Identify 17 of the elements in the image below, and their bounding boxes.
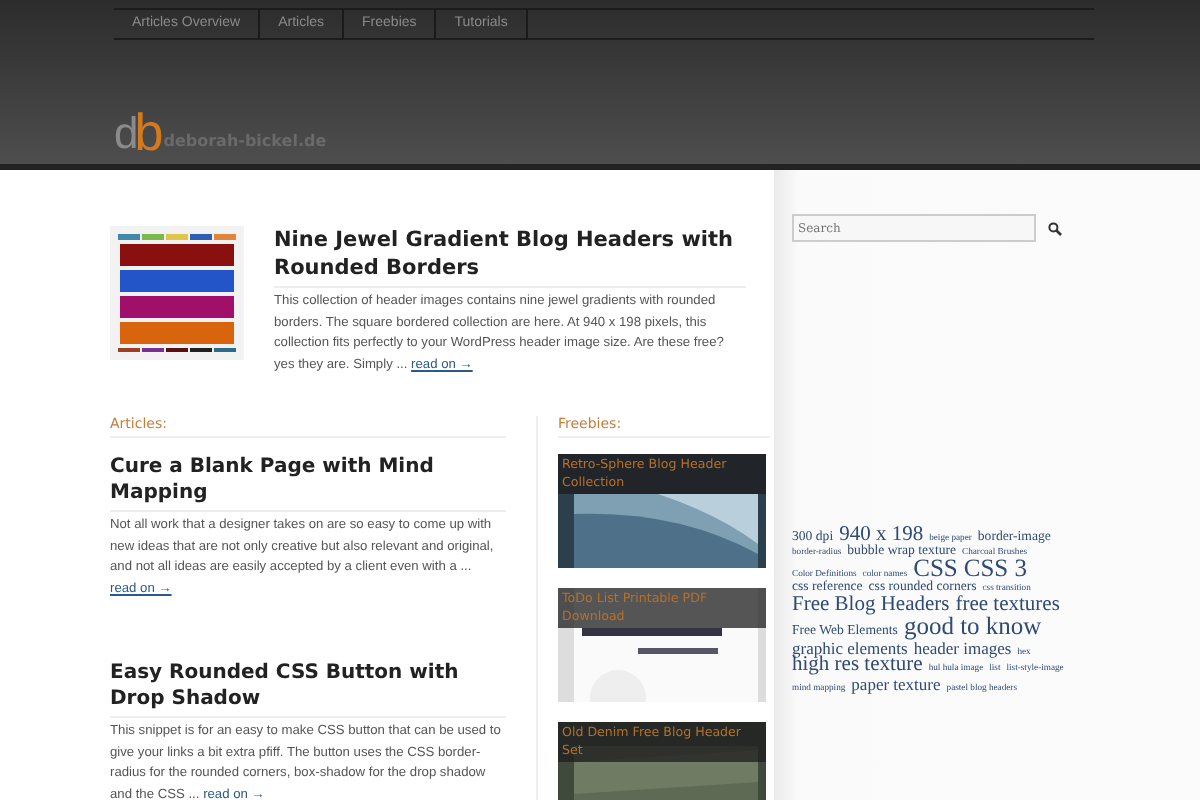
tag-link[interactable]: high res texture	[792, 653, 923, 676]
tag-link[interactable]: header images	[913, 637, 1012, 658]
tag-link[interactable]: Free Blog Headers	[792, 593, 950, 616]
post-title[interactable]: Cure a Blank Page with Mind Mapping	[110, 454, 506, 512]
search-icon[interactable]	[1048, 221, 1062, 235]
post-title[interactable]: Nine Jewel Gradient Blog Headers with Rounded Borders	[274, 226, 746, 288]
logo-letter: d	[114, 112, 139, 156]
tag-link[interactable]: graphic elements	[792, 637, 908, 658]
tag-link[interactable]: paper texture	[851, 673, 941, 694]
tag-link[interactable]: good to know	[903, 611, 1042, 640]
tag-link[interactable]: CSS	[913, 554, 958, 583]
logo-letter: b	[134, 108, 164, 156]
tag-link[interactable]: 940 x 198	[839, 524, 924, 546]
gradient-swatches-icon[interactable]	[110, 226, 244, 360]
post-title[interactable]: Easy Rounded CSS Button with Drop Shadow	[110, 660, 506, 718]
tag-link[interactable]: CSS 3	[963, 554, 1027, 583]
tag-link[interactable]: free textures	[955, 593, 1060, 616]
